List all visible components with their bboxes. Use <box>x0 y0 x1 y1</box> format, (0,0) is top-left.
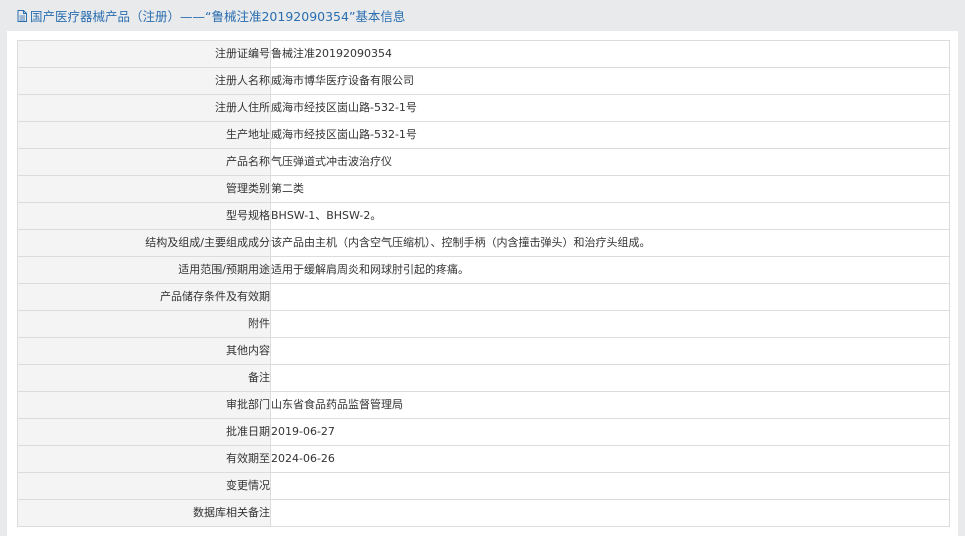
row-value: 2024-06-26 <box>270 445 950 473</box>
row-value: 气压弹道式冲击波治疗仪 <box>270 148 950 176</box>
row-label: 其他内容 <box>17 337 271 365</box>
page-title-container: 国产医疗器械产品（注册）——“鲁械注准20192090354”基本信息 <box>17 6 405 25</box>
row-value <box>270 364 950 392</box>
row-value <box>270 337 950 365</box>
row-label: 型号规格 <box>17 202 271 230</box>
table-row: 注册证编号 鲁械注准20192090354 <box>17 40 950 68</box>
table-row: 注册人住所 威海市经技区崮山路-532-1号 <box>17 94 950 122</box>
content-panel: 注册证编号 鲁械注准20192090354 注册人名称 威海市博华医疗设备有限公司 … <box>7 31 958 536</box>
table-row: 变更情况 <box>17 472 950 500</box>
row-label: 批准日期 <box>17 418 271 446</box>
row-value: 适用于缓解肩周炎和网球肘引起的疼痛。 <box>270 256 950 284</box>
table-row: 数据库相关备注 <box>17 499 950 527</box>
row-value <box>270 283 950 311</box>
row-value <box>270 499 950 527</box>
row-value: 威海市经技区崮山路-532-1号 <box>270 121 950 149</box>
table-row: 型号规格 BHSW-1、BHSW-2。 <box>17 202 950 230</box>
row-label: 注册人名称 <box>17 67 271 95</box>
row-label: 审批部门 <box>17 391 271 419</box>
table-row: 注册人名称 威海市博华医疗设备有限公司 <box>17 67 950 95</box>
row-label: 注册证编号 <box>17 40 271 68</box>
row-value: 该产品由主机（内含空气压缩机）、控制手柄（内含撞击弹头）和治疗头组成。 <box>270 229 950 257</box>
row-label: 生产地址 <box>17 121 271 149</box>
row-label: 产品储存条件及有效期 <box>17 283 271 311</box>
row-label: 数据库相关备注 <box>17 499 271 527</box>
page-header: 国产医疗器械产品（注册）——“鲁械注准20192090354”基本信息 <box>0 0 965 31</box>
table-row: 适用范围/预期用途 适用于缓解肩周炎和网球肘引起的疼痛。 <box>17 256 950 284</box>
table-row: 备注 <box>17 364 950 392</box>
page-title: 国产医疗器械产品（注册）——“鲁械注准20192090354”基本信息 <box>30 9 406 24</box>
row-label: 产品名称 <box>17 148 271 176</box>
table-row: 产品名称 气压弹道式冲击波治疗仪 <box>17 148 950 176</box>
row-label: 结构及组成/主要组成成分 <box>17 229 271 257</box>
row-value: 山东省食品药品监督管理局 <box>270 391 950 419</box>
row-value: 威海市博华医疗设备有限公司 <box>270 67 950 95</box>
document-icon <box>17 9 27 22</box>
table-row: 生产地址 威海市经技区崮山路-532-1号 <box>17 121 950 149</box>
table-row: 审批部门 山东省食品药品监督管理局 <box>17 391 950 419</box>
row-value: 鲁械注准20192090354 <box>270 40 950 68</box>
table-row: 附件 <box>17 310 950 338</box>
row-label: 附件 <box>17 310 271 338</box>
basic-info-table: 注册证编号 鲁械注准20192090354 注册人名称 威海市博华医疗设备有限公司 … <box>17 40 950 527</box>
table-row: 其他内容 <box>17 337 950 365</box>
table-row: 结构及组成/主要组成成分 该产品由主机（内含空气压缩机）、控制手柄（内含撞击弹头）… <box>17 229 950 257</box>
row-label: 管理类别 <box>17 175 271 203</box>
row-value: 威海市经技区崮山路-532-1号 <box>270 94 950 122</box>
row-value: BHSW-1、BHSW-2。 <box>270 202 950 230</box>
table-row: 产品储存条件及有效期 <box>17 283 950 311</box>
table-row: 管理类别 第二类 <box>17 175 950 203</box>
table-row: 批准日期 2019-06-27 <box>17 418 950 446</box>
row-value: 2019-06-27 <box>270 418 950 446</box>
row-label: 适用范围/预期用途 <box>17 256 271 284</box>
row-label: 注册人住所 <box>17 94 271 122</box>
row-value <box>270 472 950 500</box>
row-label: 变更情况 <box>17 472 271 500</box>
row-value: 第二类 <box>270 175 950 203</box>
row-label: 有效期至 <box>17 445 271 473</box>
table-row: 有效期至 2024-06-26 <box>17 445 950 473</box>
row-label: 备注 <box>17 364 271 392</box>
row-value <box>270 310 950 338</box>
